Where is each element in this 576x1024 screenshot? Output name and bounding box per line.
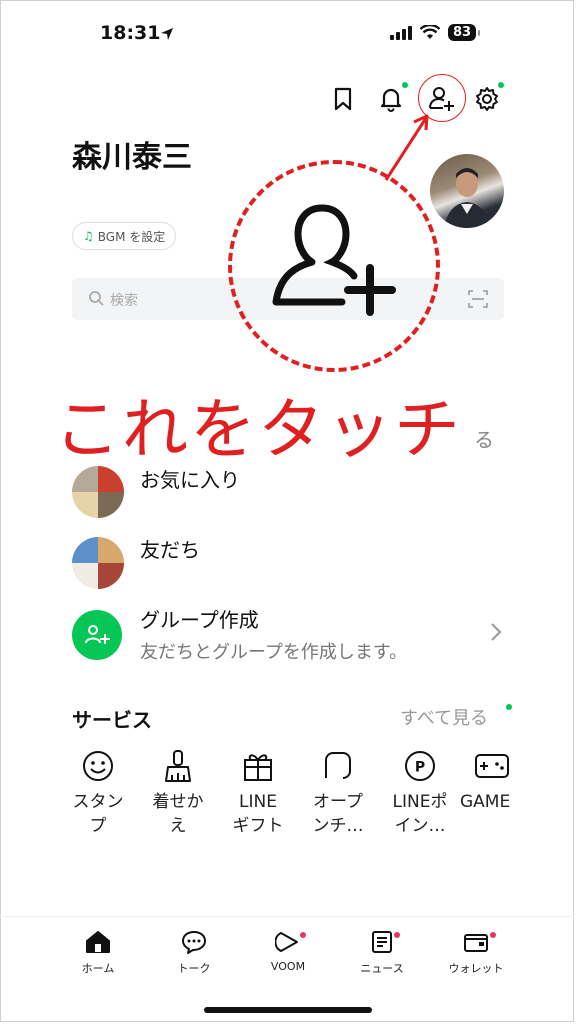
points-icon: P bbox=[380, 748, 460, 784]
service-item-theme[interactable]: 着せかえ bbox=[138, 748, 218, 838]
tab-label: VOOM bbox=[270, 960, 306, 973]
service-label-1: LINEポ bbox=[392, 792, 448, 812]
game-icon bbox=[460, 748, 524, 784]
annotation-arrow bbox=[384, 114, 429, 181]
service-item-stamp[interactable]: スタンプ bbox=[58, 748, 138, 838]
tab-news[interactable]: ニュース bbox=[342, 930, 422, 976]
service-item-points[interactable]: P LINEポイン… bbox=[380, 748, 460, 838]
services-title: サービス bbox=[72, 708, 152, 732]
search-icon bbox=[88, 290, 104, 310]
news-badge-dot bbox=[394, 932, 400, 938]
news-icon bbox=[372, 931, 392, 953]
service-label-1: LINE bbox=[239, 792, 277, 812]
favorites-label[interactable]: お気に入り bbox=[140, 464, 240, 493]
tab-home[interactable]: ホーム bbox=[58, 930, 138, 976]
profile-avatar[interactable] bbox=[430, 154, 504, 228]
favorites-avatar bbox=[72, 466, 124, 518]
annotation-text: これをタッチ bbox=[54, 391, 462, 468]
friends-avatar bbox=[72, 537, 124, 589]
service-label-2: ンチ… bbox=[312, 816, 364, 836]
openchat-icon bbox=[298, 748, 378, 784]
section-link-peek[interactable]: る bbox=[474, 424, 494, 453]
status-time: 18:31 bbox=[100, 22, 161, 44]
tab-label: ウォレット bbox=[448, 962, 504, 975]
tab-wallet[interactable]: ウォレット bbox=[436, 930, 516, 976]
see-all-dot bbox=[506, 704, 512, 710]
service-label-2: ギフト bbox=[232, 816, 284, 836]
location-arrow-icon bbox=[160, 26, 174, 45]
voom-play-icon bbox=[274, 932, 298, 952]
home-indicator bbox=[204, 1007, 372, 1013]
service-label-1: スタン bbox=[72, 792, 124, 812]
notification-dot bbox=[402, 82, 408, 88]
group-create-avatar[interactable] bbox=[72, 610, 122, 660]
wallet-icon bbox=[464, 934, 488, 952]
chat-bubble-icon bbox=[182, 931, 206, 954]
svg-text:P: P bbox=[415, 760, 425, 776]
tab-voom[interactable]: VOOM bbox=[248, 930, 328, 973]
tab-talk[interactable]: トーク bbox=[154, 930, 234, 976]
group-create-label[interactable]: グループ作成 bbox=[140, 604, 259, 633]
tab-label: ホーム bbox=[81, 962, 115, 975]
qr-scan-icon[interactable] bbox=[468, 290, 488, 312]
service-label-1: 着せか bbox=[152, 792, 204, 812]
brush-icon bbox=[138, 748, 218, 784]
smile-icon bbox=[58, 748, 138, 784]
service-label-2: イン… bbox=[394, 816, 446, 836]
signal-icon bbox=[390, 25, 412, 40]
profile-name[interactable]: 森川泰三 bbox=[72, 132, 192, 176]
add-friend-enlarged-icon bbox=[270, 200, 400, 320]
bookmark-icon[interactable] bbox=[326, 82, 360, 116]
bgm-label: BGM を設定 bbox=[97, 229, 166, 244]
group-add-icon bbox=[85, 625, 110, 644]
status-indicators: 83 bbox=[390, 24, 481, 41]
service-item-gift[interactable]: LINE ギフト bbox=[218, 748, 298, 838]
tab-label: トーク bbox=[177, 962, 211, 975]
chevron-right-icon[interactable] bbox=[490, 622, 502, 646]
battery-indicator: 83 bbox=[448, 24, 481, 41]
service-label-1: オープ bbox=[313, 792, 363, 812]
bgm-button[interactable]: ♫ BGM を設定 bbox=[72, 222, 177, 250]
music-note-icon: ♫ bbox=[83, 229, 94, 243]
tab-label: ニュース bbox=[360, 962, 404, 975]
service-item-game[interactable]: GAME bbox=[460, 748, 524, 814]
home-icon bbox=[86, 931, 110, 953]
service-label-2: え bbox=[169, 816, 187, 836]
service-label-2: プ bbox=[89, 816, 107, 836]
services-see-all[interactable]: すべて見る bbox=[400, 704, 488, 730]
wifi-icon bbox=[420, 25, 440, 39]
search-placeholder: 検索 bbox=[110, 293, 138, 309]
group-create-sub: 友だちとグループを作成します。 bbox=[140, 642, 408, 663]
friends-label[interactable]: 友だち bbox=[140, 534, 200, 563]
service-item-openchat[interactable]: オープンチ… bbox=[298, 748, 378, 838]
wallet-badge-dot bbox=[490, 932, 496, 938]
service-label-1: GAME bbox=[460, 792, 511, 812]
gift-icon bbox=[218, 748, 298, 784]
settings-dot bbox=[498, 82, 504, 88]
voom-badge-dot bbox=[300, 932, 306, 938]
